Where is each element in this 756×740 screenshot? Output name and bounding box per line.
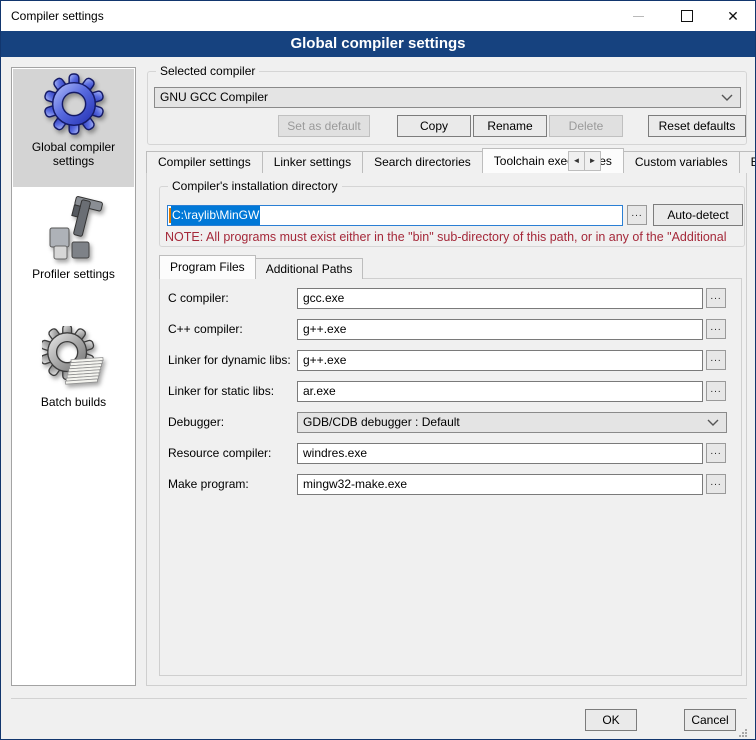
- batch-builds-gear-icon: [13, 326, 134, 393]
- tab-build-options[interactable]: Build options: [739, 151, 756, 173]
- resource-compiler-input[interactable]: windres.exe: [297, 443, 703, 464]
- settings-tabs: Compiler settings Linker settings Search…: [146, 148, 756, 173]
- debugger-select-value: GDB/CDB debugger : Default: [303, 413, 707, 432]
- installation-directory-browse-button[interactable]: ...: [627, 205, 647, 225]
- sidebar-item-profiler-settings[interactable]: Profiler settings: [13, 192, 134, 292]
- tab-scroll-arrows: ◄ ►: [568, 151, 600, 171]
- reset-defaults-button[interactable]: Reset defaults: [648, 115, 746, 137]
- dynamic-linker-input[interactable]: g++.exe: [297, 350, 703, 371]
- c-compiler-input[interactable]: gcc.exe: [297, 288, 703, 309]
- tab-scroll-right-icon[interactable]: ►: [584, 151, 601, 171]
- static-linker-input[interactable]: ar.exe: [297, 381, 703, 402]
- subtab-additional-paths[interactable]: Additional Paths: [255, 258, 364, 279]
- cpp-compiler-browse-button[interactable]: ...: [706, 319, 726, 339]
- footer-divider: [11, 698, 747, 699]
- sidebar-item-label: Profiler settings: [13, 267, 134, 281]
- minimize-icon: [633, 16, 644, 17]
- sidebar-item-batch-builds[interactable]: Batch builds: [13, 322, 134, 418]
- close-button[interactable]: ✕: [710, 1, 756, 31]
- form-row-cpp-compiler: C++ compiler: g++.exe ...: [160, 319, 741, 341]
- installation-directory-input[interactable]: C:\raylib\MinGW: [167, 205, 623, 226]
- form-row-dynamic-linker: Linker for dynamic libs: g++.exe ...: [160, 350, 741, 372]
- form-row-c-compiler: C compiler: gcc.exe ...: [160, 288, 741, 310]
- form-row-resource-compiler: Resource compiler: windres.exe ...: [160, 443, 741, 465]
- tab-search-directories[interactable]: Search directories: [362, 151, 483, 173]
- minimize-button[interactable]: [615, 1, 661, 31]
- form-row-static-linker: Linker for static libs: ar.exe ...: [160, 381, 741, 403]
- sidebar-item-label: Global compiler settings: [13, 140, 134, 168]
- static-linker-browse-button[interactable]: ...: [706, 381, 726, 401]
- tab-linker-settings[interactable]: Linker settings: [262, 151, 363, 173]
- maximize-icon: [681, 10, 693, 22]
- resource-compiler-browse-button[interactable]: ...: [706, 443, 726, 463]
- installation-directory-group-label: Compiler's installation directory: [168, 179, 342, 193]
- make-program-browse-button[interactable]: ...: [706, 474, 726, 494]
- installation-directory-value: C:\raylib\MinGW: [171, 206, 260, 225]
- subtab-program-files[interactable]: Program Files: [159, 255, 256, 279]
- resource-compiler-label: Resource compiler:: [168, 446, 271, 460]
- tab-custom-variables[interactable]: Custom variables: [623, 151, 740, 173]
- auto-detect-button[interactable]: Auto-detect: [653, 204, 743, 226]
- titlebar: Compiler settings ✕: [1, 1, 755, 31]
- tab-scroll-left-icon[interactable]: ◄: [568, 151, 585, 171]
- tab-toolchain-executables[interactable]: Toolchain executables: [482, 148, 624, 173]
- cpp-compiler-input[interactable]: g++.exe: [297, 319, 703, 340]
- sidebar-item-label: Batch builds: [13, 395, 134, 409]
- form-row-make-program: Make program: mingw32-make.exe ...: [160, 474, 741, 496]
- debugger-label: Debugger:: [168, 415, 224, 429]
- resize-grip-icon[interactable]: [737, 727, 739, 729]
- maximize-button[interactable]: [664, 1, 710, 31]
- static-linker-label: Linker for static libs:: [168, 384, 274, 398]
- compiler-settings-dialog: Compiler settings ✕ Global compiler sett…: [0, 0, 756, 740]
- set-as-default-button: Set as default: [278, 115, 370, 137]
- sidebar-item-global-compiler-settings[interactable]: Global compiler settings: [13, 69, 134, 187]
- c-compiler-label: C compiler:: [168, 291, 229, 305]
- settings-sidebar: Global compiler settings Profiler settin…: [11, 67, 136, 686]
- tab-compiler-settings[interactable]: Compiler settings: [146, 151, 263, 173]
- chevron-down-icon: [721, 94, 733, 102]
- debugger-select[interactable]: GDB/CDB debugger : Default: [297, 412, 727, 433]
- bin-subdirectory-note: NOTE: All programs must exist either in …: [165, 230, 743, 244]
- delete-button: Delete: [549, 115, 623, 137]
- dynamic-linker-label: Linker for dynamic libs:: [168, 353, 291, 367]
- close-icon: ✕: [727, 8, 739, 25]
- dynamic-linker-browse-button[interactable]: ...: [706, 350, 726, 370]
- chevron-down-icon: [707, 419, 719, 427]
- program-files-panel: C compiler: gcc.exe ... C++ compiler: g+…: [159, 278, 742, 676]
- program-files-subtabs: Program Files Additional Paths: [159, 255, 362, 279]
- compiler-select-value: GNU GCC Compiler: [160, 88, 721, 107]
- profiler-caliper-icon: [13, 196, 134, 265]
- make-program-label: Make program:: [168, 477, 249, 491]
- compiler-select[interactable]: GNU GCC Compiler: [154, 87, 741, 108]
- rename-button[interactable]: Rename: [473, 115, 547, 137]
- ok-button[interactable]: OK: [585, 709, 637, 731]
- window-title: Compiler settings: [11, 1, 104, 31]
- selected-compiler-group-label: Selected compiler: [156, 64, 259, 78]
- page-title: Global compiler settings: [1, 31, 755, 57]
- form-row-debugger: Debugger: GDB/CDB debugger : Default: [160, 412, 741, 434]
- cpp-compiler-label: C++ compiler:: [168, 322, 243, 336]
- make-program-input[interactable]: mingw32-make.exe: [297, 474, 703, 495]
- c-compiler-browse-button[interactable]: ...: [706, 288, 726, 308]
- selected-compiler-group: Selected compiler GNU GCC Compiler Set a…: [147, 71, 747, 145]
- copy-button[interactable]: Copy: [397, 115, 471, 137]
- cancel-button[interactable]: Cancel: [684, 709, 736, 731]
- gear-blue-icon: [13, 73, 134, 138]
